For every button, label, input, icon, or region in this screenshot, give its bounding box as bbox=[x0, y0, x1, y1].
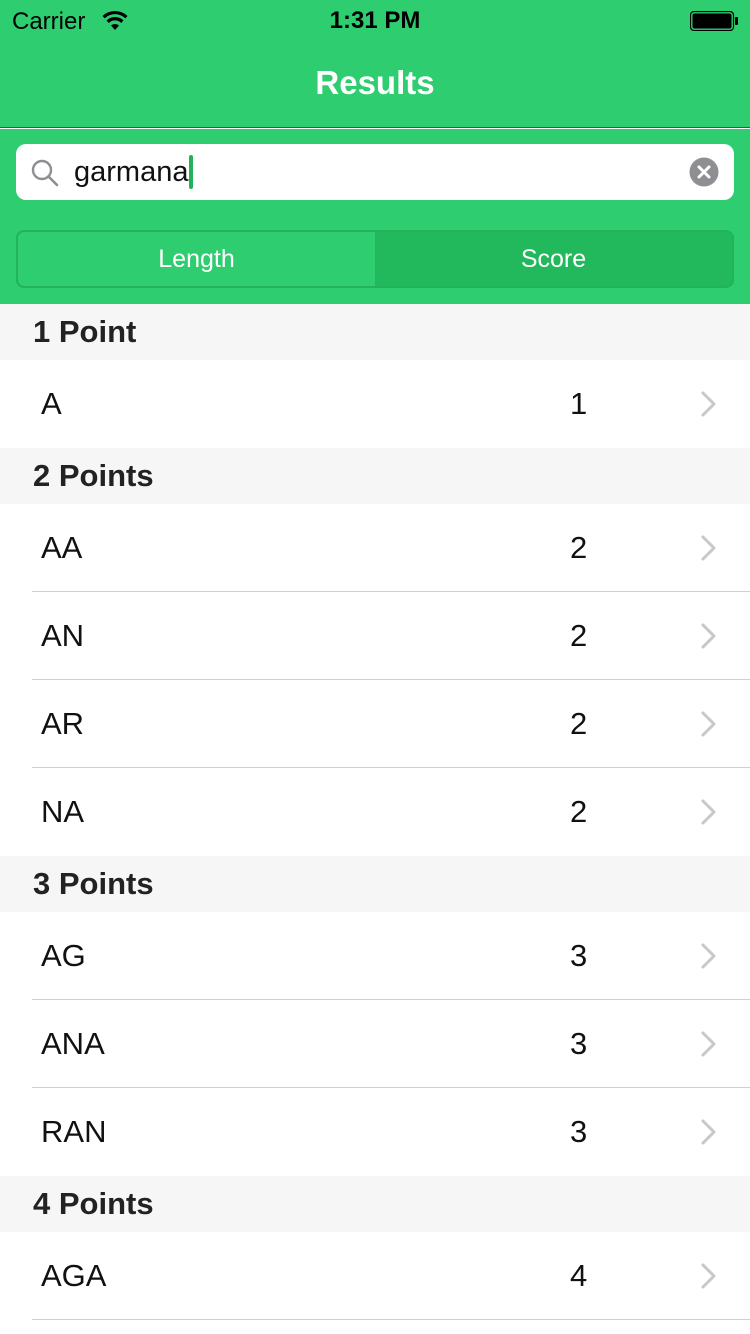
word-label: AR bbox=[41, 706, 85, 741]
battery-icon bbox=[690, 11, 738, 31]
word-label: AG bbox=[41, 938, 86, 973]
search-icon bbox=[31, 159, 59, 187]
list-item[interactable]: AN 2 bbox=[0, 592, 750, 680]
score-label: 2 bbox=[570, 794, 588, 829]
chevron-right-icon bbox=[701, 711, 716, 737]
list-item[interactable]: AG 3 bbox=[0, 912, 750, 1000]
chevron-right-icon bbox=[701, 535, 716, 561]
row-divider bbox=[32, 1319, 750, 1320]
list-item[interactable]: A 1 bbox=[0, 360, 750, 448]
navigation-bar: Results bbox=[0, 40, 750, 128]
search-text: garmana bbox=[74, 155, 189, 188]
word-label: RAN bbox=[41, 1114, 107, 1149]
score-label: 4 bbox=[570, 1258, 588, 1293]
app-screen: Carrier 1:31 PM Results garmana Length S… bbox=[0, 0, 750, 1334]
results-list: 1 Point A 1 2 Points AA 2 AN 2 AR 2 NA 2… bbox=[0, 304, 750, 1320]
segment-length[interactable]: Length bbox=[18, 232, 375, 286]
score-label: 3 bbox=[570, 1114, 588, 1149]
page-title: Results bbox=[315, 64, 435, 101]
chevron-right-icon bbox=[701, 1263, 716, 1289]
list-item[interactable]: RAN 3 bbox=[0, 1088, 750, 1176]
word-label: AN bbox=[41, 618, 85, 653]
section-header: 4 Points bbox=[0, 1176, 750, 1232]
segment-score[interactable]: Score bbox=[375, 232, 732, 286]
section-4-points: 4 Points AGA 4 bbox=[0, 1176, 750, 1320]
chevron-right-icon bbox=[701, 943, 716, 969]
chevron-right-icon bbox=[701, 799, 716, 825]
search-input-value[interactable]: garmana bbox=[74, 155, 194, 189]
section-header: 2 Points bbox=[0, 448, 750, 504]
text-caret bbox=[189, 155, 194, 189]
section-header: 1 Point bbox=[0, 304, 750, 360]
word-label: ANA bbox=[41, 1026, 105, 1061]
section-3-points: 3 Points AG 3 ANA 3 RAN 3 bbox=[0, 856, 750, 1176]
section-2-points: 2 Points AA 2 AN 2 AR 2 NA 2 bbox=[0, 448, 750, 856]
search-bar: garmana bbox=[0, 129, 750, 216]
word-label: AA bbox=[41, 530, 83, 565]
status-bar: Carrier 1:31 PM bbox=[0, 0, 750, 40]
sort-segmented-control: Length Score bbox=[16, 230, 734, 288]
search-input[interactable]: garmana bbox=[16, 144, 734, 200]
list-item[interactable]: AA 2 bbox=[0, 504, 750, 592]
score-label: 3 bbox=[570, 1026, 588, 1061]
chevron-right-icon bbox=[701, 1119, 716, 1145]
word-label: AGA bbox=[41, 1258, 107, 1293]
list-item[interactable]: ANA 3 bbox=[0, 1000, 750, 1088]
sort-control-area: Length Score bbox=[0, 216, 750, 304]
chevron-right-icon bbox=[701, 623, 716, 649]
list-item[interactable]: AGA 4 bbox=[0, 1232, 750, 1320]
score-label: 1 bbox=[570, 386, 588, 421]
list-item[interactable]: NA 2 bbox=[0, 768, 750, 856]
section-1-point: 1 Point A 1 bbox=[0, 304, 750, 448]
score-label: 2 bbox=[570, 530, 588, 565]
clear-icon[interactable] bbox=[689, 157, 719, 187]
score-label: 2 bbox=[570, 706, 588, 741]
clock: 1:31 PM bbox=[329, 7, 421, 34]
score-label: 2 bbox=[570, 618, 588, 653]
score-label: 3 bbox=[570, 938, 588, 973]
list-item[interactable]: AR 2 bbox=[0, 680, 750, 768]
section-header: 3 Points bbox=[0, 856, 750, 912]
chevron-right-icon bbox=[701, 1031, 716, 1057]
chevron-right-icon bbox=[701, 391, 716, 417]
word-label: A bbox=[41, 386, 62, 421]
word-label: NA bbox=[41, 794, 85, 829]
